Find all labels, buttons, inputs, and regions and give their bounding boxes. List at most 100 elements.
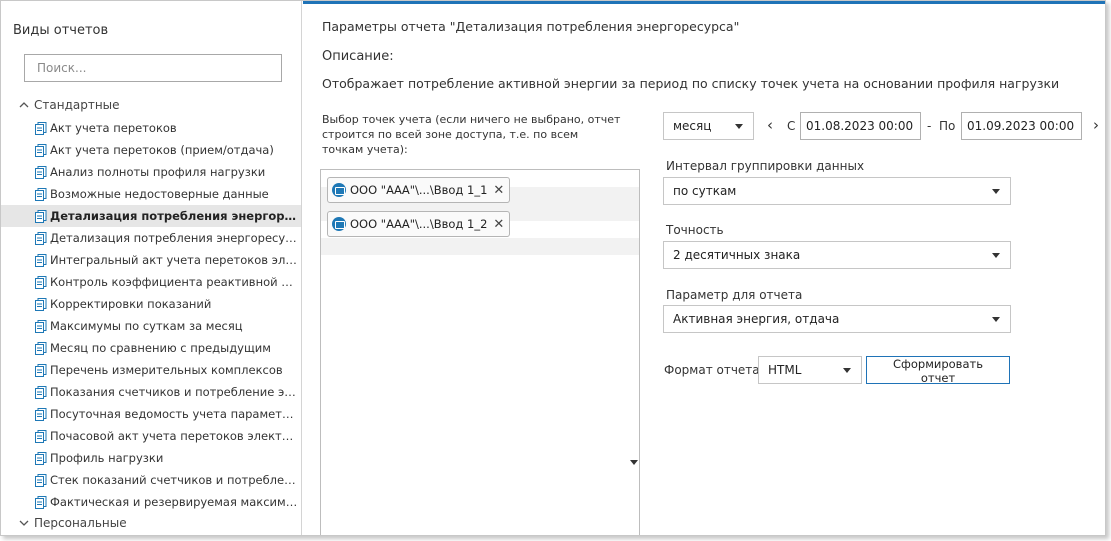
sidebar-report-item[interactable]: Корректировки показаний [1, 293, 301, 315]
point-chip[interactable]: ООО "ААА"\...\Ввод 1_1 ✕ [327, 177, 511, 203]
meter-icon [332, 217, 346, 231]
sidebar-report-item[interactable]: Детализация потребления энергоресурса ..… [1, 227, 301, 249]
chevron-down-icon [992, 253, 1000, 258]
sidebar-report-item[interactable]: Перечень измерительных комплексов [1, 359, 301, 381]
chevron-down-icon [19, 520, 29, 526]
sidebar-report-item-label: Акт учета перетоков (прием/отдача) [50, 143, 274, 157]
period-unit-select[interactable]: месяц [663, 112, 754, 140]
parameter-select[interactable]: Активная энергия, отдача [663, 305, 1011, 333]
sidebar-report-item-label: Фактическая и резервируемая максималь... [50, 495, 298, 509]
sidebar-report-item-label: Детализация потребления энергоресурса [50, 209, 298, 223]
grouping-select[interactable]: по суткам [663, 177, 1011, 205]
chevron-down-icon [843, 368, 851, 373]
sidebar-report-item[interactable]: Максимумы по суткам за месяц [1, 315, 301, 337]
close-icon[interactable]: ✕ [493, 183, 504, 198]
chevron-left-icon[interactable]: ‹ [767, 116, 773, 134]
document-icon [35, 297, 47, 311]
sidebar-report-item-label: Анализ полноты профиля нагрузки [50, 165, 266, 179]
sidebar-report-item-label: Стек показаний счетчиков и потребление .… [50, 473, 298, 487]
precision-label: Точность [666, 223, 724, 237]
document-icon [35, 473, 47, 487]
sidebar-report-item-label: Показания счетчиков и потребление энер..… [50, 385, 298, 399]
close-icon[interactable]: ✕ [493, 217, 504, 232]
document-icon [35, 187, 47, 201]
report-parameters-panel: Параметры отчета "Детализация потреблени… [303, 1, 1105, 535]
group-standard[interactable]: Стандартные [18, 95, 120, 115]
sidebar-report-item[interactable]: Месяц по сравнению с предыдущим [1, 337, 301, 359]
report-list: Акт учета перетоков Акт учета перетоков (… [1, 117, 301, 513]
sidebar-report-item[interactable]: Акт учета перетоков (прием/отдача) [1, 139, 301, 161]
sidebar-report-item[interactable]: Профиль нагрузки [1, 447, 301, 469]
chevron-down-icon [735, 124, 743, 129]
sidebar-report-item[interactable]: Интегральный акт учета перетоков электр.… [1, 249, 301, 271]
sidebar-report-item-label: Детализация потребления энергоресурса ..… [50, 231, 298, 245]
document-icon [35, 429, 47, 443]
sidebar-report-item[interactable]: Возможные недостоверные данные [1, 183, 301, 205]
sidebar-report-item-label: Посуточная ведомость учета параметров ..… [50, 407, 298, 421]
parameter-label: Параметр для отчета [666, 288, 803, 302]
sidebar-report-item-label: Почасовой акт учета перетоков электриче.… [50, 429, 298, 443]
document-icon [35, 385, 47, 399]
sidebar-report-item[interactable]: Фактическая и резервируемая максималь... [1, 491, 301, 513]
grouping-value: по суткам [673, 184, 737, 198]
period-separator: - [927, 119, 932, 133]
from-label: С [787, 119, 796, 133]
period-unit-value: месяц [673, 119, 712, 133]
sidebar-report-item-label: Корректировки показаний [50, 297, 212, 311]
document-icon [35, 319, 47, 333]
sidebar-report-item[interactable]: Анализ полноты профиля нагрузки [1, 161, 301, 183]
document-icon [35, 451, 47, 465]
chevron-right-icon[interactable]: › [1093, 116, 1099, 134]
sidebar-report-item-label: Перечень измерительных комплексов [50, 363, 283, 377]
point-chip-label: ООО "ААА"\...\Ввод 1_2 [350, 217, 488, 231]
precision-value: 2 десятичных знака [673, 248, 801, 262]
format-value: HTML [768, 363, 802, 377]
group-label: Стандартные [34, 98, 120, 112]
chevron-down-icon [992, 189, 1000, 194]
group-personal[interactable]: Персональные [18, 513, 127, 533]
point-chip[interactable]: ООО "ААА"\...\Ввод 1_2 ✕ [327, 211, 511, 237]
report-window: Виды отчетов Стандартные Акт учета перет… [0, 0, 1106, 536]
sidebar-report-item-label: Интегральный акт учета перетоков электр.… [50, 253, 298, 267]
listbox-dropdown-caret[interactable] [630, 460, 638, 465]
sidebar-report-item[interactable]: Детализация потребления энергоресурса [1, 205, 301, 227]
description-label: Описание: [322, 49, 394, 64]
date-from-input[interactable] [800, 112, 921, 140]
sidebar: Виды отчетов Стандартные Акт учета перет… [1, 1, 302, 535]
sidebar-report-item-label: Возможные недостоверные данные [50, 187, 269, 201]
document-icon [35, 275, 47, 289]
grouping-label: Интервал группировки данных [666, 159, 865, 173]
meter-icon [332, 183, 346, 197]
description-text: Отображает потребление активной энергии … [322, 76, 1060, 91]
sidebar-report-item-label: Месяц по сравнению с предыдущим [50, 341, 271, 355]
sidebar-report-item[interactable]: Посуточная ведомость учета параметров ..… [1, 403, 301, 425]
sidebar-report-item[interactable]: Почасовой акт учета перетоков электриче.… [1, 425, 301, 447]
format-select[interactable]: HTML [758, 356, 862, 384]
generate-report-button[interactable]: Сформировать отчет [866, 356, 1010, 385]
sidebar-report-item[interactable]: Контроль коэффициента реактивной мощ... [1, 271, 301, 293]
points-listbox[interactable]: ООО "ААА"\...\Ввод 1_1 ✕ ООО "ААА"\...\В… [320, 169, 640, 535]
points-label: Выбор точек учета (если ничего не выбран… [322, 113, 621, 156]
sidebar-report-item-label: Максимумы по суткам за месяц [50, 319, 243, 333]
format-label: Формат отчета: [664, 363, 764, 377]
document-icon [35, 231, 47, 245]
point-chip-label: ООО "ААА"\...\Ввод 1_1 [350, 183, 488, 197]
document-icon [35, 495, 47, 509]
date-to-input[interactable] [961, 112, 1082, 140]
document-icon [35, 143, 47, 157]
sidebar-report-item[interactable]: Стек показаний счетчиков и потребление .… [1, 469, 301, 491]
to-label: По [939, 119, 956, 133]
group-label: Персональные [34, 516, 127, 530]
parameter-value: Активная энергия, отдача [673, 312, 840, 326]
chevron-up-icon [19, 102, 29, 108]
document-icon [35, 407, 47, 421]
page-title: Параметры отчета "Детализация потреблени… [322, 19, 740, 34]
document-icon [35, 363, 47, 377]
document-icon [35, 253, 47, 267]
sidebar-report-item[interactable]: Показания счетчиков и потребление энер..… [1, 381, 301, 403]
sidebar-report-item[interactable]: Акт учета перетоков [1, 117, 301, 139]
chevron-down-icon [992, 317, 1000, 322]
sidebar-title: Виды отчетов [13, 23, 109, 38]
precision-select[interactable]: 2 десятичных знака [663, 241, 1011, 269]
search-input[interactable] [24, 54, 282, 82]
